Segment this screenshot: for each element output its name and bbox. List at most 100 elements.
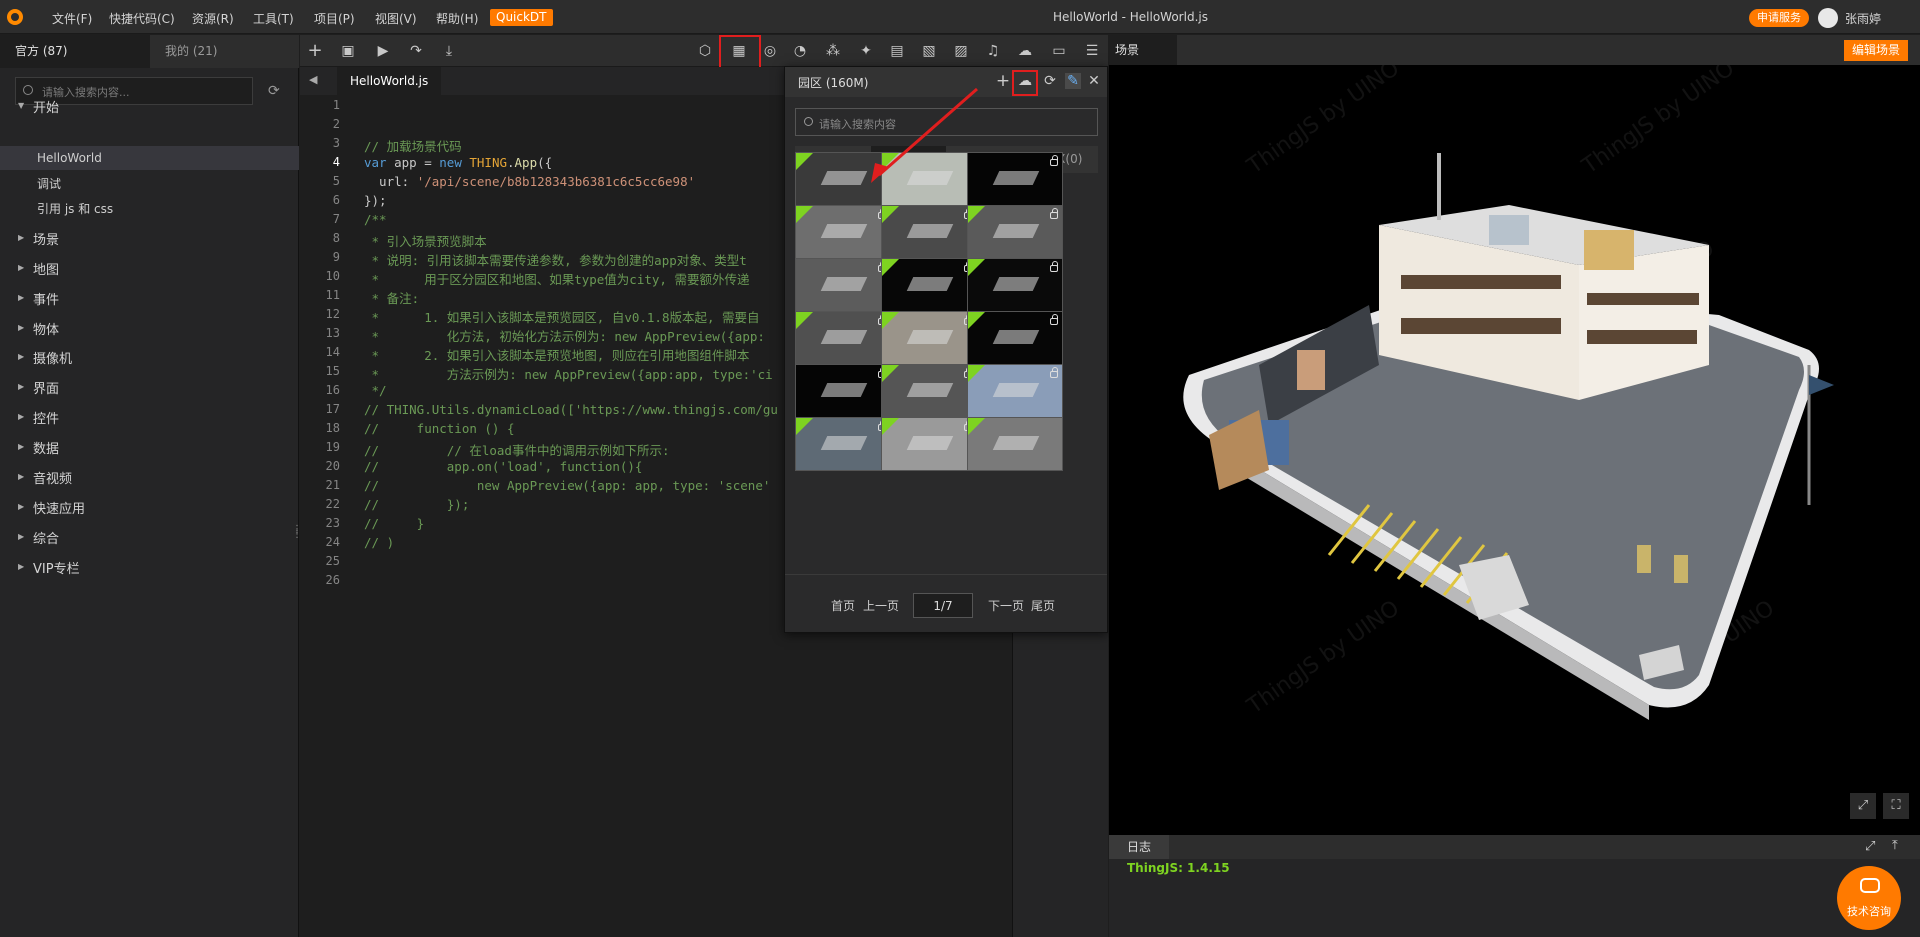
menu-view[interactable]: 视图(V) xyxy=(375,10,417,27)
tree-group-general[interactable]: ▶ 综合 xyxy=(0,528,299,550)
campus-thumbnail[interactable] xyxy=(967,311,1063,365)
code-line: // }); xyxy=(364,497,470,512)
campus-thumbnail[interactable] xyxy=(881,417,977,471)
tab-scene[interactable]: 场景 xyxy=(1109,35,1177,65)
campus-thumbnail[interactable] xyxy=(967,205,1063,259)
code-line: * 方法示例为: new AppPreview({app:app, type:'… xyxy=(364,367,773,382)
annotation-arrow xyxy=(871,87,978,183)
run-icon[interactable]: ▶ xyxy=(374,42,392,60)
chevron-left-icon[interactable]: ◀ xyxy=(309,73,317,86)
music-icon[interactable]: ♫ xyxy=(984,42,1002,60)
menu-tools[interactable]: 工具(T) xyxy=(253,10,294,27)
avatar[interactable] xyxy=(1818,8,1838,28)
palette-icon[interactable]: ◎ xyxy=(761,42,779,60)
collapse-icon[interactable]: ⤒ xyxy=(1892,838,1898,853)
campus-thumbnail[interactable] xyxy=(881,258,977,312)
line-number: 23 xyxy=(325,516,340,530)
campus-thumbnail[interactable] xyxy=(795,258,891,312)
add-icon[interactable]: + xyxy=(306,42,324,60)
campus-thumbnail[interactable] xyxy=(795,364,891,418)
external-link-icon[interactable]: ⤢ xyxy=(1850,793,1876,819)
campus-thumbnail[interactable] xyxy=(881,205,977,259)
tree-group-media[interactable]: ▶ 音视频 xyxy=(0,468,299,490)
tree-group-widget[interactable]: ▶ 控件 xyxy=(0,408,299,430)
tree-group-scene[interactable]: ▶ 场景 xyxy=(0,229,299,251)
sidebar-tabs: 官方 (87) 我的 (21) xyxy=(0,35,299,68)
log-entry: ThingJS: 1.4.15 xyxy=(1127,861,1230,875)
tab-log[interactable]: 日志 xyxy=(1109,835,1169,859)
tab-mine[interactable]: 我的 (21) xyxy=(150,35,299,68)
line-number: 18 xyxy=(325,421,340,435)
tree-item-helloworld[interactable]: HelloWorld xyxy=(0,146,299,170)
synced-flag-icon xyxy=(968,312,985,329)
tree-item-include-js-css[interactable]: 引用 js 和 css xyxy=(0,197,299,221)
notes-icon[interactable]: ▭ xyxy=(1050,42,1068,60)
campus-thumbnail[interactable] xyxy=(967,417,1063,471)
line-number: 4 xyxy=(332,155,340,169)
campus-thumbnail[interactable] xyxy=(881,311,977,365)
image-icon[interactable]: ▧ xyxy=(920,42,938,60)
campus-thumbnail[interactable] xyxy=(795,205,891,259)
add-icon[interactable]: + xyxy=(995,71,1011,91)
menu-help[interactable]: 帮助(H) xyxy=(436,10,478,27)
tree-item-debug[interactable]: 调试 xyxy=(0,172,299,196)
synced-flag-icon xyxy=(968,259,985,276)
menu-project[interactable]: 项目(P) xyxy=(314,10,355,27)
edit-scene-button[interactable]: 编辑场景 xyxy=(1844,40,1909,61)
save-icon[interactable]: ▣ xyxy=(339,42,357,60)
upload-highlight xyxy=(1012,70,1038,96)
code-line: // } xyxy=(364,516,425,531)
editor-toolbar: + ▣ ▶ ↷ ⤓ ⬡ ▦ ◎ ◔ ⁂ ✦ ▤ ▧ ▨ ♫ ☁ ▭ ☰ xyxy=(300,35,1108,69)
last-page-link[interactable]: 尾页 xyxy=(1031,597,1055,614)
code-line: var app = new THING.App({ xyxy=(364,155,552,170)
tree-group-vip[interactable]: ▶ VIP专栏 xyxy=(0,558,299,580)
tree-group-data[interactable]: ▶ 数据 xyxy=(0,438,299,460)
tree-label: 音视频 xyxy=(33,472,73,487)
picture-icon[interactable]: ▨ xyxy=(952,42,970,60)
synced-flag-icon xyxy=(882,206,899,223)
tab-helloworld-js[interactable]: HelloWorld.js xyxy=(337,67,442,95)
campus-thumbnail[interactable] xyxy=(795,311,891,365)
network-icon[interactable]: ⁂ xyxy=(824,42,842,60)
code-token: new xyxy=(439,155,462,170)
pin-icon[interactable]: ✎ xyxy=(1065,73,1081,89)
scene-viewport[interactable]: ThingJS by UINO ThingJS by UINO ThingJS … xyxy=(1109,65,1920,835)
sync-icon[interactable]: ⟳ xyxy=(1042,73,1058,89)
tree-group-event[interactable]: ▶ 事件 xyxy=(0,289,299,311)
popout-icon[interactable]: ⤢ xyxy=(1865,839,1875,854)
campus-thumbnail[interactable] xyxy=(967,364,1063,418)
download-icon[interactable]: ⤓ xyxy=(440,42,458,60)
cube-icon[interactable]: ⬡ xyxy=(696,42,714,60)
close-icon[interactable]: ✕ xyxy=(1086,73,1102,89)
tab-official[interactable]: 官方 (87) xyxy=(0,35,150,68)
page-input[interactable]: 1/7 xyxy=(913,593,973,618)
tech-consult-button[interactable]: 技术咨询 xyxy=(1837,866,1901,930)
apply-service-button[interactable]: 申请服务 xyxy=(1749,9,1809,27)
menu-resources[interactable]: 资源(R) xyxy=(192,10,234,27)
settings-icon[interactable]: ☰ xyxy=(1083,42,1101,60)
prev-page-link[interactable]: 上一页 xyxy=(863,597,899,614)
fullscreen-icon[interactable]: ⛶ xyxy=(1883,793,1909,819)
quickdt-button[interactable]: QuickDT xyxy=(490,9,553,26)
code-line: // app.on('load', function(){ xyxy=(364,459,643,474)
tree-group-object[interactable]: ▶ 物体 xyxy=(0,319,299,341)
next-page-link[interactable]: 下一页 xyxy=(988,597,1024,614)
tree-group-map[interactable]: ▶ 地图 xyxy=(0,259,299,281)
tree-group-camera[interactable]: ▶ 摄像机 xyxy=(0,348,299,370)
username[interactable]: 张雨婷 xyxy=(1845,10,1881,27)
effects-icon[interactable]: ✦ xyxy=(857,42,875,60)
chart-icon[interactable]: ◔ xyxy=(791,42,809,60)
campus-thumbnail[interactable] xyxy=(881,364,977,418)
cloud-icon[interactable]: ☁ xyxy=(1016,42,1034,60)
tree-group-ui[interactable]: ▶ 界面 xyxy=(0,378,299,400)
campus-thumbnail[interactable] xyxy=(795,417,891,471)
tree-group-quick-app[interactable]: ▶ 快速应用 xyxy=(0,498,299,520)
tree-group-start[interactable]: ▼ 开始 xyxy=(0,97,299,119)
campus-thumbnail[interactable] xyxy=(967,258,1063,312)
menu-shortcut-code[interactable]: 快捷代码(C) xyxy=(109,10,175,27)
menu-file[interactable]: 文件(F) xyxy=(52,10,92,27)
share-icon[interactable]: ↷ xyxy=(407,42,425,60)
synced-flag-icon xyxy=(882,365,899,382)
layout-icon[interactable]: ▤ xyxy=(888,42,906,60)
first-page-link[interactable]: 首页 xyxy=(831,597,855,614)
